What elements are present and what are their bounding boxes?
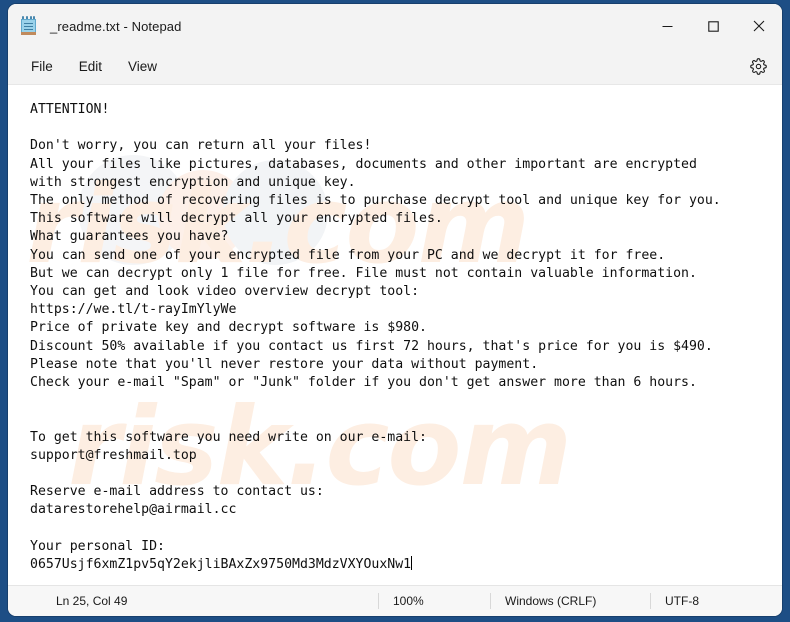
window-title: _readme.txt - Notepad xyxy=(50,18,182,34)
menu-item-edit[interactable]: Edit xyxy=(66,54,115,79)
status-bar: Ln 25, Col 49 100% Windows (CRLF) UTF-8 xyxy=(8,585,782,616)
notepad-icon xyxy=(20,16,38,36)
status-cursor-position: Ln 25, Col 49 xyxy=(56,594,128,608)
status-line-ending[interactable]: Windows (CRLF) xyxy=(490,593,650,609)
ransom-note-body: ATTENTION! Don't worry, you can return a… xyxy=(30,102,721,573)
minimize-button[interactable] xyxy=(644,4,690,48)
window-controls xyxy=(644,4,782,48)
close-button[interactable] xyxy=(736,4,782,48)
notepad-window: _readme.txt - Notepad File Edit View ris… xyxy=(8,4,782,616)
status-zoom-level[interactable]: 100% xyxy=(378,593,490,609)
menu-item-view[interactable]: View xyxy=(115,54,170,79)
menu-item-file[interactable]: File xyxy=(18,54,66,79)
gear-icon xyxy=(749,57,767,75)
maximize-icon xyxy=(707,20,719,32)
minimize-icon xyxy=(662,25,672,27)
desktop-background: _readme.txt - Notepad File Edit View ris… xyxy=(0,0,790,622)
menu-bar: File Edit View xyxy=(8,48,782,84)
status-encoding[interactable]: UTF-8 xyxy=(650,593,713,609)
title-bar[interactable]: _readme.txt - Notepad xyxy=(8,4,782,48)
text-caret xyxy=(411,556,413,571)
settings-button[interactable] xyxy=(742,51,774,81)
close-icon xyxy=(753,20,765,32)
ransom-note-text[interactable]: ATTENTION! Don't worry, you can return a… xyxy=(8,85,782,574)
maximize-button[interactable] xyxy=(690,4,736,48)
text-editor-area[interactable]: risk.com risk.com ATTENTION! Don't worry… xyxy=(8,84,782,585)
